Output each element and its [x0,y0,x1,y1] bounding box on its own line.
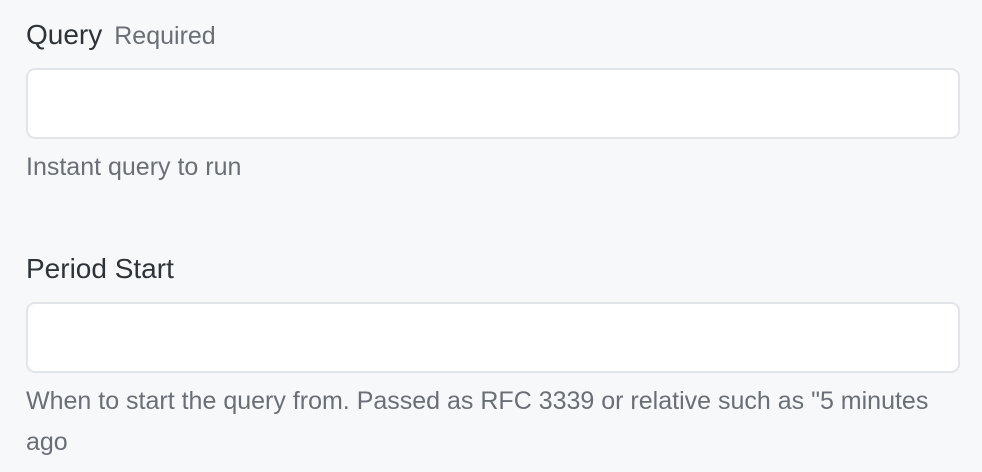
query-help-text: Instant query to run [26,153,242,181]
period-start-input[interactable] [26,302,960,373]
query-label: Query [26,19,103,50]
query-field-group: Query Required Instant query to run [26,14,960,188]
query-input[interactable] [26,68,960,139]
period-start-label-row: Period Start [26,248,960,290]
required-indicator: Required [114,22,216,50]
period-start-field-group: Period Start When to start the query fro… [26,248,960,463]
query-label-row: Query Required [26,14,960,56]
query-form: Query Required Instant query to run Peri… [0,0,982,472]
period-start-label: Period Start [26,253,174,284]
period-start-help-text: When to start the query from. Passed as … [26,387,929,456]
